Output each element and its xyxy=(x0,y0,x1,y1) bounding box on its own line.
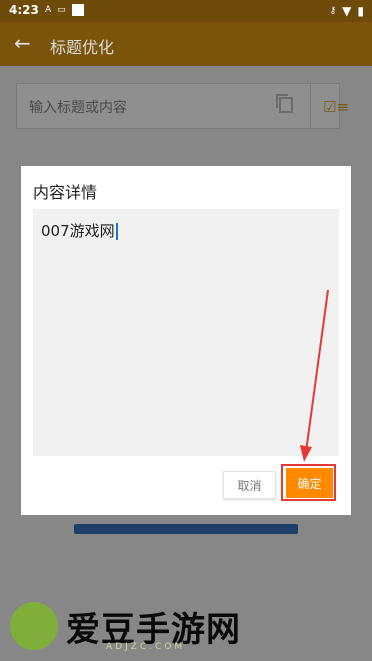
confirm-button[interactable]: 确定 xyxy=(286,468,333,498)
content-text: 007游戏网 xyxy=(41,222,115,240)
key-icon: ⚷ xyxy=(329,6,337,16)
text-caret xyxy=(115,223,118,240)
logo-icon xyxy=(10,602,58,650)
primary-button-background xyxy=(74,524,298,534)
square-icon xyxy=(71,4,84,16)
dialog-title: 内容详情 xyxy=(33,183,98,202)
app-bar: ← 标题优化 xyxy=(0,22,372,66)
search-input[interactable]: 输入标题或内容 ☑≡ xyxy=(16,83,349,129)
battery-icon: ▮ xyxy=(357,4,364,18)
checklist-icon[interactable]: ☑≡ xyxy=(323,98,349,116)
back-arrow-icon[interactable]: ← xyxy=(14,31,31,55)
wifi-icon: ▼ xyxy=(342,4,352,18)
cancel-button[interactable]: 取消 xyxy=(223,471,276,499)
status-time: 4:23 xyxy=(9,3,39,17)
copy-icon[interactable] xyxy=(276,94,293,113)
watermark: 爱豆手游网 ADJZC.COM xyxy=(6,598,256,658)
cast-icon: ▭ xyxy=(57,5,66,15)
search-placeholder: 输入标题或内容 xyxy=(29,100,127,116)
page-title: 标题优化 xyxy=(50,38,115,57)
divider xyxy=(310,84,311,128)
content-detail-dialog: 内容详情 007游戏网 取消 确定 xyxy=(21,166,351,515)
content-textarea[interactable]: 007游戏网 xyxy=(33,209,339,456)
status-bar: 4:23 A ▭ ⚷ ▼ ▮ xyxy=(0,0,372,22)
a-icon: A xyxy=(45,5,52,15)
watermark-sub: ADJZC.COM xyxy=(106,642,186,652)
